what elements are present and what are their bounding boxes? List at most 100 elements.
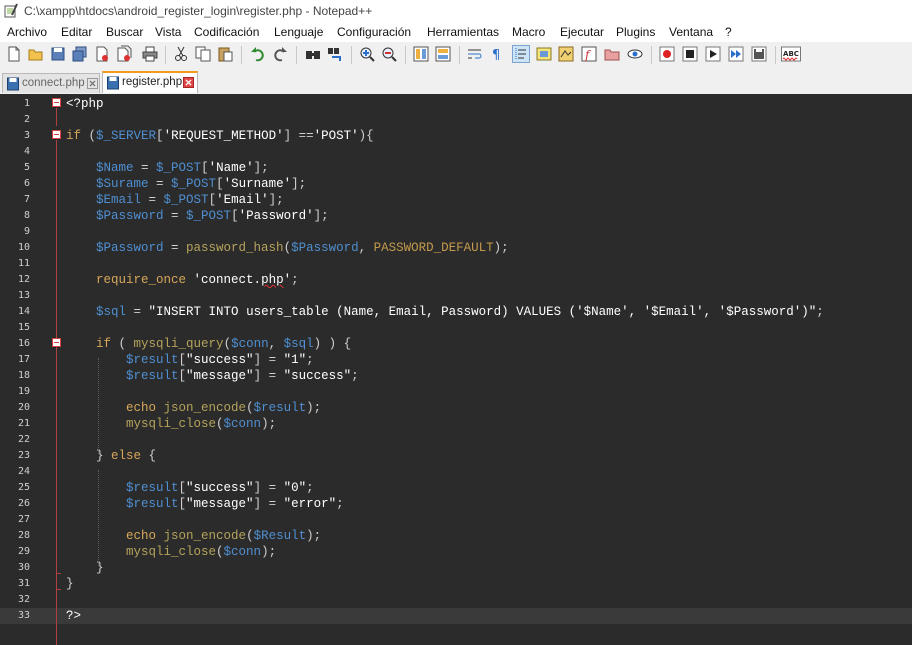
code-line[interactable]: 6 $Surame = $_POST['Surname']; xyxy=(0,176,912,192)
code-token: $_POST xyxy=(171,177,217,191)
close-all-icon[interactable] xyxy=(115,45,133,63)
fold-toggle-icon[interactable] xyxy=(52,338,61,347)
find-icon[interactable] xyxy=(304,45,322,63)
code-line[interactable]: 9 xyxy=(0,224,912,240)
line-number: 26 xyxy=(17,498,30,509)
print-icon[interactable] xyxy=(141,45,159,63)
fold-toggle-icon[interactable] xyxy=(52,98,61,107)
code-line[interactable]: 5 $Name = $_POST['Name']; xyxy=(0,160,912,176)
save-icon[interactable] xyxy=(49,45,67,63)
code-line[interactable]: 11 xyxy=(0,256,912,272)
word-wrap-icon[interactable] xyxy=(466,45,484,63)
code-line[interactable]: 10 $Password = password_hash($Password, … xyxy=(0,240,912,256)
code-token: $sql xyxy=(283,337,314,351)
menu-editar[interactable]: Editar xyxy=(61,25,92,39)
code-line[interactable]: 12 require_once 'connect.php'; xyxy=(0,272,912,288)
code-line[interactable]: 21 mysqli_close($conn); xyxy=(0,416,912,432)
menu-ventana[interactable]: Ventana xyxy=(669,25,713,39)
tab-connect-php[interactable]: connect.php xyxy=(2,73,100,93)
code-line[interactable]: 29 mysqli_close($conn); xyxy=(0,544,912,560)
code-token: [ xyxy=(231,209,239,223)
code-line[interactable]: 16 if ( mysqli_query($conn, $sql) ) { xyxy=(0,336,912,352)
toolbar-separator xyxy=(775,46,776,64)
save-macro-icon[interactable] xyxy=(750,45,768,63)
menu-codificacion[interactable]: Codificación xyxy=(194,25,259,39)
code-line[interactable]: 33 ?> xyxy=(0,608,912,624)
menu-buscar[interactable]: Buscar xyxy=(106,25,143,39)
redo-icon[interactable] xyxy=(271,45,289,63)
tab-close-icon[interactable] xyxy=(183,77,194,88)
menu-configuracion[interactable]: Configuración xyxy=(337,25,411,39)
stop-macro-icon[interactable] xyxy=(681,45,699,63)
code-line[interactable]: 28 echo json_encode($Result); xyxy=(0,528,912,544)
code-line[interactable]: 3 if ($_SERVER['REQUEST_METHOD'] =='POST'… xyxy=(0,128,912,144)
save-all-icon[interactable] xyxy=(71,45,89,63)
fold-end-marker xyxy=(56,573,61,574)
indent-guide-icon[interactable] xyxy=(512,45,530,63)
tab-close-icon[interactable] xyxy=(87,78,98,89)
menu-archivo[interactable]: Archivo xyxy=(7,25,47,39)
menu-ejecutar[interactable]: Ejecutar xyxy=(560,25,604,39)
code-line[interactable]: 20 echo json_encode($result); xyxy=(0,400,912,416)
monitoring-icon[interactable] xyxy=(626,45,644,63)
sync-horizontal-icon[interactable] xyxy=(434,45,452,63)
zoom-out-icon[interactable] xyxy=(380,45,398,63)
function-list-icon[interactable]: f xyxy=(580,45,598,63)
menu-plugins[interactable]: Plugins xyxy=(616,25,655,39)
zoom-in-icon[interactable] xyxy=(358,45,376,63)
new-file-icon[interactable] xyxy=(5,45,23,63)
tab-label: register.php xyxy=(122,76,183,88)
menu-herramientas[interactable]: Herramientas xyxy=(427,25,499,39)
code-line[interactable]: 31} xyxy=(0,576,912,592)
menu-vista[interactable]: Vista xyxy=(155,25,181,39)
notepadpp-icon xyxy=(4,3,18,18)
code-line[interactable]: 19 xyxy=(0,384,912,400)
code-token: ; xyxy=(306,353,314,367)
open-file-icon[interactable] xyxy=(27,45,45,63)
code-line[interactable]: 8 $Password = $_POST['Password']; xyxy=(0,208,912,224)
copy-icon[interactable] xyxy=(194,45,212,63)
user-language-icon[interactable] xyxy=(535,45,553,63)
menu-help[interactable]: ? xyxy=(725,25,732,39)
replace-icon[interactable] xyxy=(326,45,344,63)
code-token: $result xyxy=(126,497,179,511)
code-line[interactable]: 1 <?php xyxy=(0,96,912,112)
document-map-icon[interactable] xyxy=(557,45,575,63)
play-macro-icon[interactable] xyxy=(704,45,722,63)
tab-register-php[interactable]: register.php xyxy=(102,71,198,93)
code-line[interactable]: 17 $result["success"] = "1"; xyxy=(0,352,912,368)
code-line[interactable]: 15 xyxy=(0,320,912,336)
code-line[interactable]: 7 $Email = $_POST['Email']; xyxy=(0,192,912,208)
code-token: "0" xyxy=(283,481,307,495)
undo-icon[interactable] xyxy=(249,45,267,63)
spell-check-icon[interactable]: ABC xyxy=(781,45,801,63)
code-editor[interactable]: 1 <?php 2 3 if ($_SERVER['REQUEST_METHOD'] =… xyxy=(0,94,912,645)
menu-lenguaje[interactable]: Lenguaje xyxy=(274,25,323,39)
cut-icon[interactable] xyxy=(172,45,190,63)
code-token: $Name xyxy=(96,161,134,175)
code-line[interactable]: 4 xyxy=(0,144,912,160)
code-line[interactable]: 30 } xyxy=(0,560,912,576)
code-line[interactable]: 22 xyxy=(0,432,912,448)
fold-toggle-icon[interactable] xyxy=(52,130,61,139)
code-line[interactable]: 27 xyxy=(0,512,912,528)
code-line[interactable]: 25 $result["success"] = "0"; xyxy=(0,480,912,496)
code-line[interactable]: 14 $sql = "INSERT INTO users_table (Name… xyxy=(0,304,912,320)
paste-icon[interactable] xyxy=(216,45,234,63)
run-macro-multiple-icon[interactable] xyxy=(727,45,745,63)
code-line[interactable]: 18 $result["message"] = "success"; xyxy=(0,368,912,384)
code-line[interactable]: 2 xyxy=(0,112,912,128)
close-file-icon[interactable] xyxy=(93,45,111,63)
code-token: $Name xyxy=(583,305,622,319)
code-line[interactable]: 23 } else { xyxy=(0,448,912,464)
menu-macro[interactable]: Macro xyxy=(512,25,545,39)
folder-workspace-icon[interactable] xyxy=(603,45,621,63)
code-token: ; xyxy=(291,273,299,287)
code-line[interactable]: 24 xyxy=(0,464,912,480)
code-line[interactable]: 32 xyxy=(0,592,912,608)
code-line[interactable]: 26 $result["message"] = "error"; xyxy=(0,496,912,512)
show-all-characters-icon[interactable]: ¶ xyxy=(488,45,506,63)
code-line[interactable]: 13 xyxy=(0,288,912,304)
sync-vertical-icon[interactable] xyxy=(412,45,430,63)
record-macro-icon[interactable] xyxy=(658,45,676,63)
